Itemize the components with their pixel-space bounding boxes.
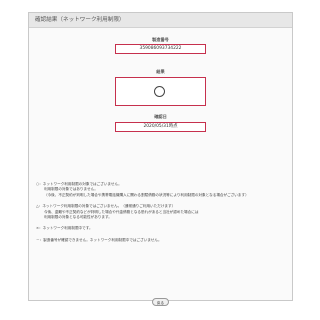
result-field	[115, 77, 206, 106]
legend-triangle: △：ネットワーク利用制限の対象ではございません。（通常通りご利用いただけます） …	[36, 204, 282, 220]
legend-dash: －：製造番号が確認できません。ネットワーク利用制限中ではございません。	[36, 238, 282, 243]
result-panel: 確認結果（ネットワーク利用制限） 製造番号 359086093734222 結果…	[28, 12, 293, 301]
serial-number-field: 359086093734222	[115, 44, 206, 54]
legend-triangle-sub2: 利用制限の対象となる可能性があります。	[44, 215, 112, 220]
status-legend: ○：ネットワーク利用制限の対象ではございません。 利用制限の対象ではありません。…	[36, 182, 282, 249]
serial-number-label: 製造番号	[152, 37, 169, 42]
legend-dash-head: －：製造番号が確認できません。ネットワーク利用制限中ではございません。	[36, 237, 162, 242]
legend-circle: ○：ネットワーク利用制限の対象ではございません。 利用制限の対象ではありません。…	[36, 182, 282, 198]
legend-cross: ×：ネットワーク利用制限中です。	[36, 226, 282, 231]
panel-title: 確認結果（ネットワーク利用制限）	[29, 13, 292, 28]
result-circle-icon	[154, 86, 165, 97]
check-date-label: 確認日	[154, 114, 167, 119]
back-button[interactable]: 戻る	[152, 298, 169, 306]
result-label: 結果	[156, 69, 165, 74]
legend-cross-head: ×：ネットワーク利用制限中です。	[36, 226, 93, 231]
check-date-field: 2020/05/31時点	[115, 122, 206, 132]
legend-circle-sub2: （今後、不正契約が判明した場合や携帯電話機購入に関わる割賦債務の状況等により利用…	[44, 192, 249, 197]
